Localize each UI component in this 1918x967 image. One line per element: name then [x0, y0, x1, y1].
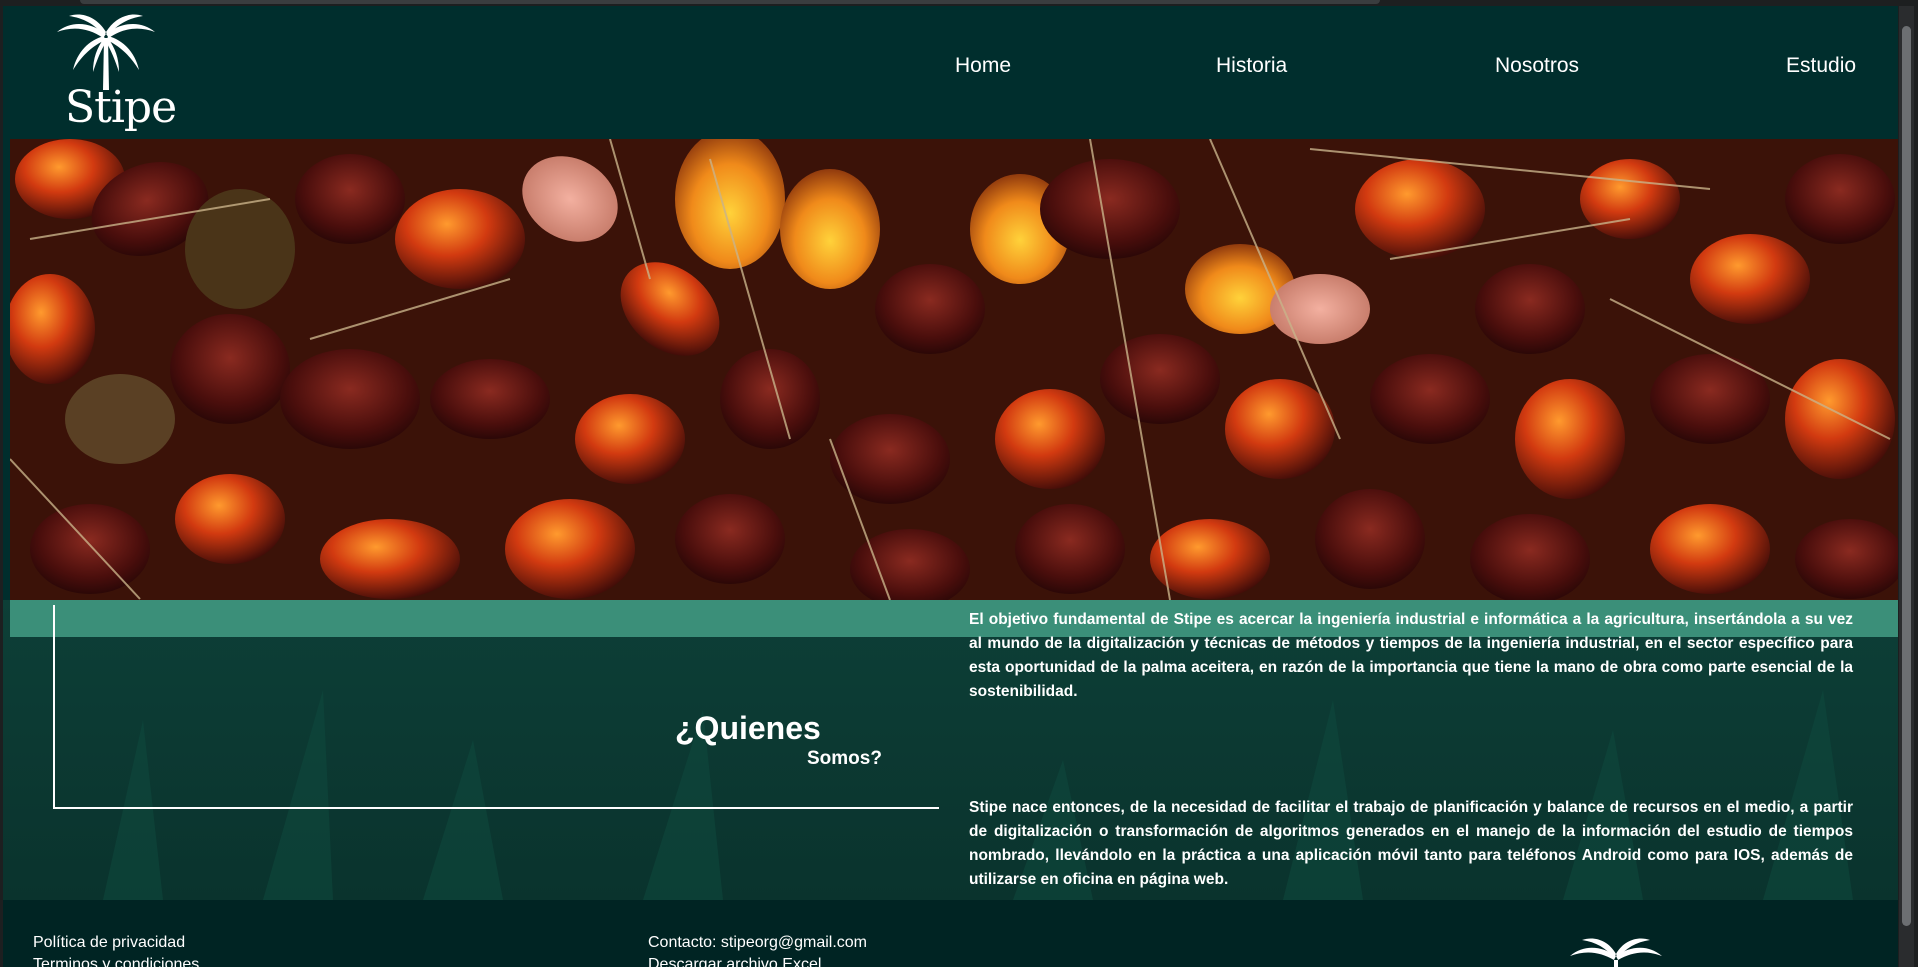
nav-historia[interactable]: Historia	[1216, 54, 1287, 78]
about-subheading: Somos?	[807, 748, 882, 769]
stipe-logo[interactable]: Stipe	[51, 12, 177, 136]
logo-text: Stipe	[65, 82, 177, 133]
decor-horizontal-line	[53, 807, 939, 809]
nav-home[interactable]: Home	[955, 54, 1011, 78]
about-paragraph-1: El objetivo fundamental de Stipe es acer…	[969, 611, 1853, 700]
about-section: ¿Quienes Somos? El objetivo fundamental …	[3, 600, 1898, 900]
about-heading: ¿Quienes	[675, 710, 821, 746]
download-excel-link[interactable]: Descargar archivo Excel	[648, 956, 821, 967]
terms-link[interactable]: Terminos y condiciones	[33, 956, 199, 967]
palm-tree-icon	[57, 14, 155, 90]
hero-fruit-illustration	[10, 139, 1898, 600]
nav-nosotros[interactable]: Nosotros	[1495, 54, 1579, 78]
site-footer: Política de privacidad Terminos y condic…	[3, 900, 1898, 967]
page-scrollbar[interactable]	[1899, 6, 1914, 967]
hero-image-palm-fruits	[10, 139, 1898, 600]
contact-email[interactable]: Contacto: stipeorg@gmail.com	[648, 934, 867, 952]
footer-palm-logo-icon	[1570, 938, 1662, 967]
page-frame: Stipe Home Historia Nosotros Estudio ¿Qu…	[3, 6, 1898, 967]
privacy-link[interactable]: Política de privacidad	[33, 934, 185, 952]
browser-top-strip	[80, 0, 1380, 4]
about-paragraph-2: Stipe nace entonces, de la necesidad de …	[969, 799, 1853, 888]
scrollbar-thumb[interactable]	[1902, 26, 1911, 926]
site-header: Stipe Home Historia Nosotros Estudio	[3, 6, 1898, 139]
nav-estudio[interactable]: Estudio	[1786, 54, 1856, 78]
decor-vertical-line	[53, 605, 55, 808]
